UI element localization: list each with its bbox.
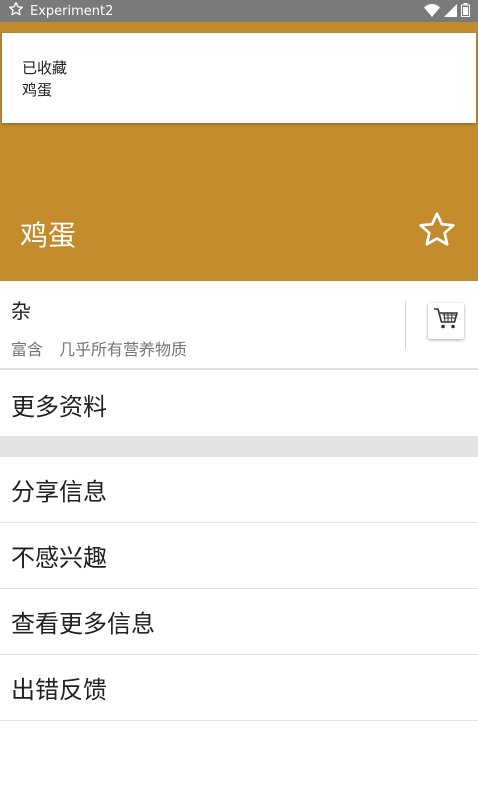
star-outline-icon bbox=[417, 210, 457, 254]
battery-icon bbox=[461, 2, 470, 21]
section-divider bbox=[0, 436, 478, 457]
vertical-divider bbox=[405, 301, 406, 349]
shopping-cart-icon bbox=[433, 307, 459, 335]
favorite-button[interactable] bbox=[413, 208, 461, 256]
food-title: 鸡蛋 bbox=[20, 219, 77, 252]
wifi-icon bbox=[424, 2, 440, 21]
menu-item-feedback[interactable]: 出错反馈 bbox=[0, 655, 478, 721]
toast-line-status: 已收藏 bbox=[22, 59, 68, 77]
food-info-row: 杂 富含 几乎所有营养物质 bbox=[0, 281, 478, 370]
favorited-toast: 已收藏 鸡蛋 bbox=[2, 33, 476, 123]
status-bar: Experiment2 bbox=[0, 0, 478, 22]
app-title: Experiment2 bbox=[30, 3, 114, 19]
more-info-item[interactable]: 更多资料 bbox=[0, 372, 478, 436]
toast-line-food: 鸡蛋 bbox=[22, 81, 53, 99]
food-nutrition: 富含 几乎所有营养物质 bbox=[11, 340, 188, 359]
menu-item-share[interactable]: 分享信息 bbox=[0, 457, 478, 523]
food-category: 杂 bbox=[11, 299, 31, 323]
menu-item-not-interested[interactable]: 不感兴趣 bbox=[0, 523, 478, 589]
menu-item-view-more[interactable]: 查看更多信息 bbox=[0, 589, 478, 655]
add-to-cart-button[interactable] bbox=[428, 303, 464, 339]
status-icons bbox=[424, 2, 470, 21]
star-outline-icon bbox=[8, 1, 24, 21]
action-menu: 分享信息 不感兴趣 查看更多信息 出错反馈 bbox=[0, 457, 478, 721]
signal-icon bbox=[444, 2, 457, 21]
